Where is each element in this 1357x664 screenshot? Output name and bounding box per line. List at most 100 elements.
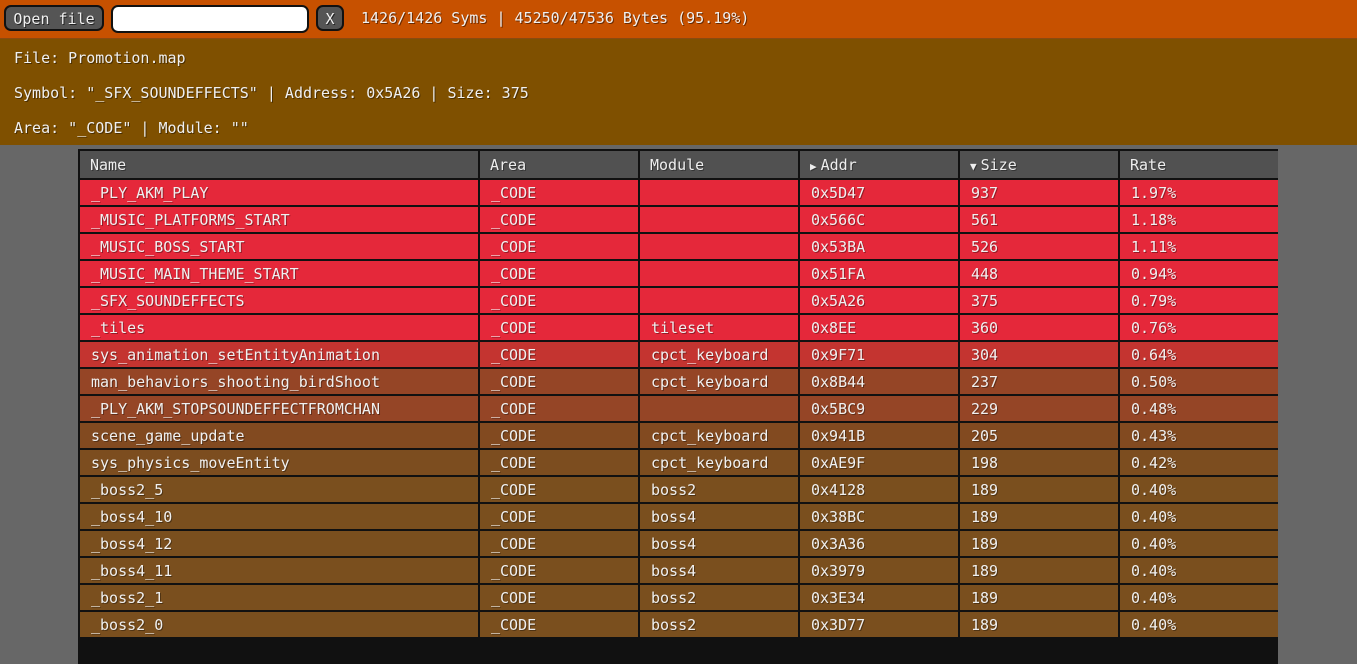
symbol-table-container[interactable]: Name Area Module ▶ Addr ▼ Size Rate _PLY_A… [78, 149, 1278, 664]
clear-search-button[interactable]: X [316, 5, 344, 31]
cell-size: 561 [958, 205, 1120, 234]
table-row[interactable]: _boss2_1 _CODE boss2 0x3E34 189 0.40% [78, 583, 1278, 612]
cell-addr: 0x566C [798, 205, 960, 234]
search-input[interactable] [111, 5, 309, 33]
cell-module [638, 205, 800, 234]
table-row[interactable]: _MUSIC_MAIN_THEME_START _CODE 0x51FA 448 0.9… [78, 259, 1278, 288]
cell-addr: 0x53BA [798, 232, 960, 261]
cell-area: _CODE [478, 340, 640, 369]
cell-name: _MUSIC_MAIN_THEME_START [78, 259, 480, 288]
table-row[interactable]: _PLY_AKM_STOPSOUNDEFFECTFROMCHAN _CODE 0x5… [78, 394, 1278, 423]
triangle-right-icon: ▶ [810, 159, 817, 173]
cell-addr: 0x3E34 [798, 583, 960, 612]
cell-name: sys_physics_moveEntity [78, 448, 480, 477]
cell-name: scene_game_update [78, 421, 480, 450]
cell-rate: 0.50% [1118, 367, 1278, 396]
cell-module: cpct_keyboard [638, 448, 800, 477]
cell-size: 237 [958, 367, 1120, 396]
cell-rate: 0.40% [1118, 556, 1278, 585]
table-row[interactable]: man_behaviors_shooting_birdShoot _CODE cpc… [78, 367, 1278, 396]
table-row[interactable]: scene_game_update _CODE cpct_keyboard 0x941… [78, 421, 1278, 450]
column-header-area[interactable]: Area [478, 149, 640, 180]
symbol-table: Name Area Module ▶ Addr ▼ Size Rate _PLY_A… [78, 149, 1278, 639]
cell-name: _SFX_SOUNDEFFECTS [78, 286, 480, 315]
cell-rate: 1.18% [1118, 205, 1278, 234]
area-info: Area: "_CODE" | Module: "" [14, 119, 249, 137]
cell-module [638, 178, 800, 207]
cell-addr: 0x5A26 [798, 286, 960, 315]
table-row[interactable]: _tiles _CODE tileset 0x8EE 360 0.76% [78, 313, 1278, 342]
cell-area: _CODE [478, 529, 640, 558]
symbol-info-panel: File: Promotion.map Symbol: "_SFX_SOUNDE… [0, 39, 1357, 145]
cell-addr: 0x9F71 [798, 340, 960, 369]
column-header-name[interactable]: Name [78, 149, 480, 180]
cell-rate: 0.40% [1118, 502, 1278, 531]
cell-area: _CODE [478, 394, 640, 423]
symbol-info: Symbol: "_SFX_SOUNDEFFECTS" | Address: 0… [14, 84, 529, 102]
cell-area: _CODE [478, 178, 640, 207]
cell-addr: 0x941B [798, 421, 960, 450]
open-file-button[interactable]: Open file [4, 5, 104, 31]
cell-name: _boss4_11 [78, 556, 480, 585]
cell-name: man_behaviors_shooting_birdShoot [78, 367, 480, 396]
cell-size: 360 [958, 313, 1120, 342]
table-row[interactable]: _boss4_10 _CODE boss4 0x38BC 189 0.40% [78, 502, 1278, 531]
cell-module: tileset [638, 313, 800, 342]
cell-addr: 0x5BC9 [798, 394, 960, 423]
cell-module: cpct_keyboard [638, 421, 800, 450]
cell-size: 189 [958, 556, 1120, 585]
cell-size: 205 [958, 421, 1120, 450]
triangle-down-icon: ▼ [970, 159, 977, 173]
cell-module: cpct_keyboard [638, 367, 800, 396]
cell-rate: 0.42% [1118, 448, 1278, 477]
cell-rate: 0.40% [1118, 475, 1278, 504]
cell-module: boss2 [638, 475, 800, 504]
table-row[interactable]: _boss4_11 _CODE boss4 0x3979 189 0.40% [78, 556, 1278, 585]
cell-addr: 0x3979 [798, 556, 960, 585]
table-row[interactable]: _MUSIC_PLATFORMS_START _CODE 0x566C 561 1.18… [78, 205, 1278, 234]
column-header-addr[interactable]: ▶ Addr [798, 149, 960, 180]
cell-name: _boss4_10 [78, 502, 480, 531]
table-row[interactable]: _MUSIC_BOSS_START _CODE 0x53BA 526 1.11% [78, 232, 1278, 261]
table-row[interactable]: _boss4_12 _CODE boss4 0x3A36 189 0.40% [78, 529, 1278, 558]
cell-rate: 0.40% [1118, 583, 1278, 612]
cell-size: 304 [958, 340, 1120, 369]
cell-addr: 0x38BC [798, 502, 960, 531]
cell-rate: 1.97% [1118, 178, 1278, 207]
table-row[interactable]: sys_physics_moveEntity _CODE cpct_keyboard… [78, 448, 1278, 477]
cell-area: _CODE [478, 502, 640, 531]
symbol-stats: 1426/1426 Syms | 45250/47536 Bytes (95.1… [361, 9, 750, 27]
table-row[interactable]: sys_animation_setEntityAnimation _CODE cpc… [78, 340, 1278, 369]
column-header-module[interactable]: Module [638, 149, 800, 180]
cell-addr: 0x8B44 [798, 367, 960, 396]
cell-rate: 0.94% [1118, 259, 1278, 288]
table-row[interactable]: _boss2_0 _CODE boss2 0x3D77 189 0.40% [78, 610, 1278, 639]
column-header-size[interactable]: ▼ Size [958, 149, 1120, 180]
cell-rate: 0.40% [1118, 529, 1278, 558]
cell-size: 375 [958, 286, 1120, 315]
table-body: _PLY_AKM_PLAY _CODE 0x5D47 937 1.97% _MUSIC_P… [78, 178, 1278, 639]
table-row[interactable]: _boss2_5 _CODE boss2 0x4128 189 0.40% [78, 475, 1278, 504]
cell-name: _tiles [78, 313, 480, 342]
cell-size: 189 [958, 475, 1120, 504]
cell-size: 229 [958, 394, 1120, 423]
cell-name: _PLY_AKM_STOPSOUNDEFFECTFROMCHAN [78, 394, 480, 423]
cell-size: 198 [958, 448, 1120, 477]
cell-name: _boss2_5 [78, 475, 480, 504]
cell-size: 448 [958, 259, 1120, 288]
table-row[interactable]: _SFX_SOUNDEFFECTS _CODE 0x5A26 375 0.79% [78, 286, 1278, 315]
cell-area: _CODE [478, 313, 640, 342]
cell-module: boss4 [638, 502, 800, 531]
cell-area: _CODE [478, 205, 640, 234]
column-header-rate[interactable]: Rate [1118, 149, 1278, 180]
cell-size: 189 [958, 529, 1120, 558]
cell-area: _CODE [478, 583, 640, 612]
cell-rate: 0.40% [1118, 610, 1278, 639]
table-row[interactable]: _PLY_AKM_PLAY _CODE 0x5D47 937 1.97% [78, 178, 1278, 207]
cell-area: _CODE [478, 556, 640, 585]
cell-addr: 0x4128 [798, 475, 960, 504]
cell-rate: 0.48% [1118, 394, 1278, 423]
cell-module: boss2 [638, 583, 800, 612]
cell-rate: 0.76% [1118, 313, 1278, 342]
cell-area: _CODE [478, 448, 640, 477]
